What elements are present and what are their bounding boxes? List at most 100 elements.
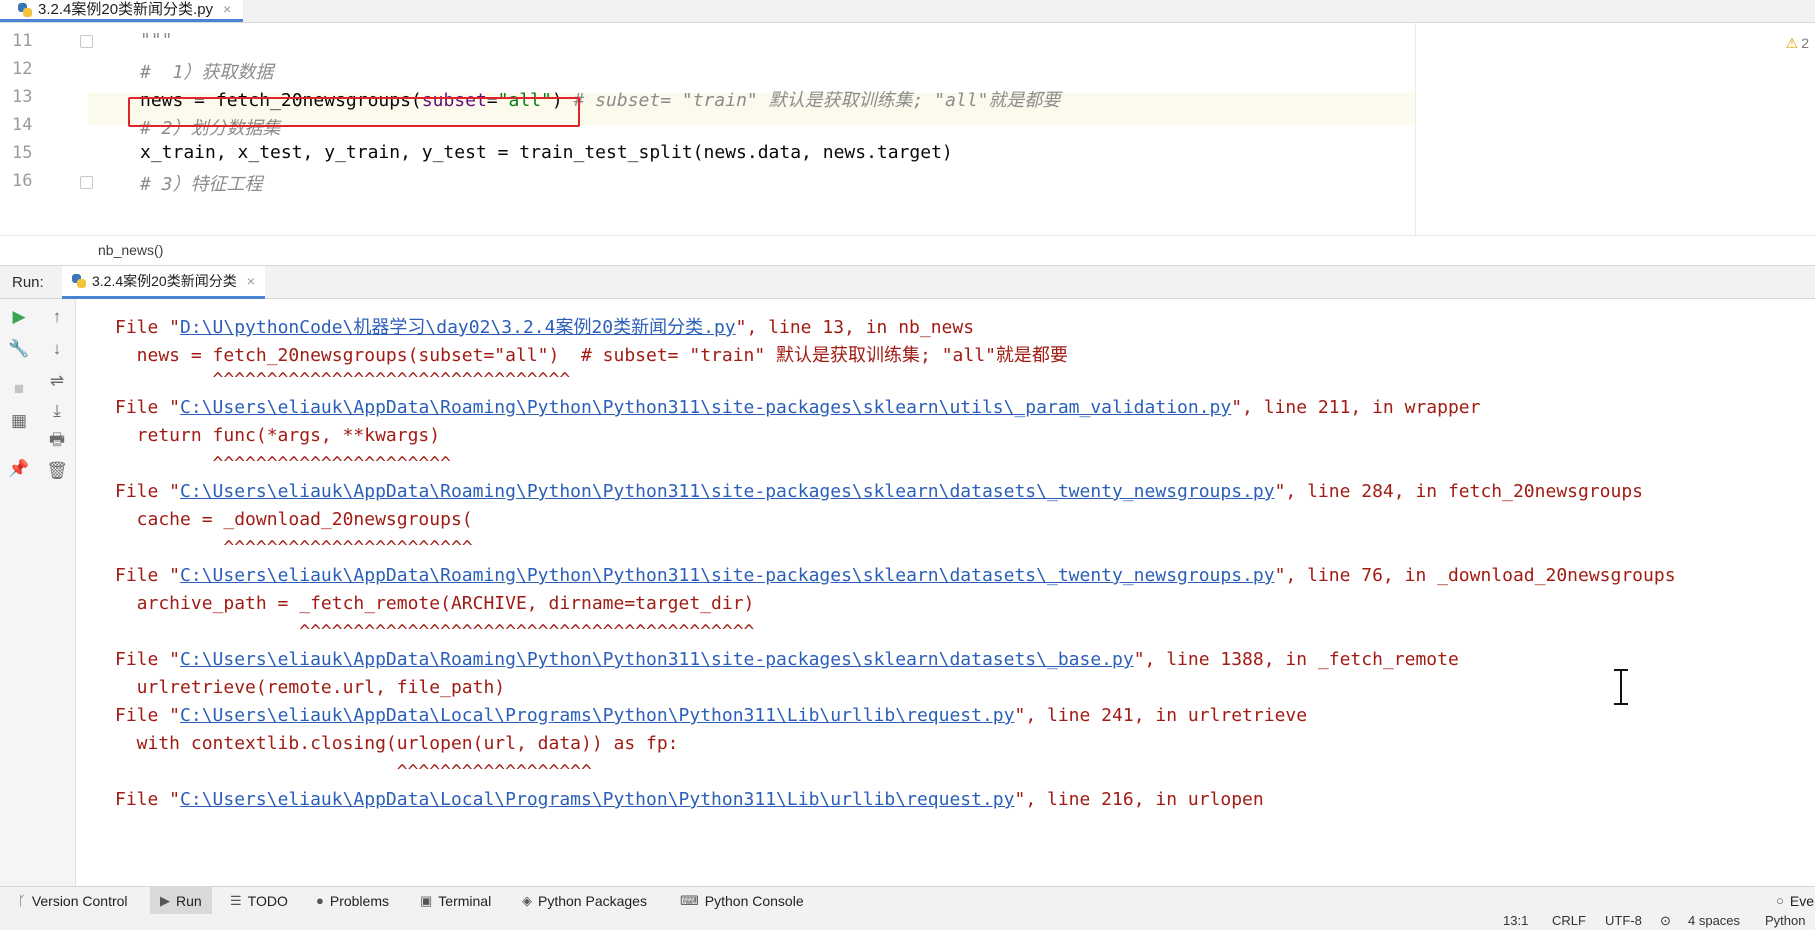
run-config-tab[interactable]: 3.2.4案例20类新闻分类 × bbox=[62, 266, 265, 299]
close-icon[interactable]: × bbox=[247, 273, 255, 289]
traceback-file-line: File "C:\Users\eliauk\AppData\Local\Prog… bbox=[115, 789, 1264, 810]
inspection-widget[interactable]: ⚠ 2 bbox=[1786, 35, 1809, 52]
comment: # subset= "train" 默认是获取训练集; "all"就是都要 bbox=[562, 90, 1061, 111]
code-line-15: x_train, x_test, y_train, y_test = train… bbox=[140, 142, 953, 163]
tool-label: Python Packages bbox=[538, 892, 647, 909]
tool-todo[interactable]: ☰ TODO bbox=[230, 887, 288, 914]
list-icon: ☰ bbox=[230, 892, 242, 908]
line-number: 15 bbox=[12, 143, 33, 163]
tool-run[interactable]: ▶ Run bbox=[150, 887, 212, 914]
run-toolbar-primary: ▶ 🔧 ■ ▦ 📌 bbox=[0, 299, 39, 886]
event-log[interactable]: ○ Eve bbox=[1776, 887, 1814, 914]
traceback-code-line: archive_path = _fetch_remote(ARCHIVE, di… bbox=[115, 593, 755, 614]
stop-icon[interactable]: ■ bbox=[9, 379, 29, 399]
traceback-text: ", line 13, in nb_news bbox=[735, 317, 975, 338]
event-log-label: Eve bbox=[1789, 892, 1814, 909]
docstring-quotes: """ bbox=[140, 30, 173, 51]
text-cursor-icon bbox=[1614, 669, 1628, 705]
code-line-11: """ bbox=[140, 30, 173, 51]
python-file-icon bbox=[72, 274, 86, 288]
run-icon: ▶ bbox=[160, 892, 170, 908]
caret-position[interactable]: 13:1 bbox=[1503, 914, 1528, 928]
traceback-caret-line: ^^^^^^^^^^^^^^^^^^^^^^ bbox=[115, 453, 451, 474]
tool-terminal[interactable]: ▣ Terminal bbox=[420, 887, 491, 914]
warning-count: 2 bbox=[1801, 35, 1809, 51]
scroll-down-icon[interactable]: ↓ bbox=[47, 339, 67, 359]
code-line-12: # 1）获取数据 bbox=[140, 58, 273, 84]
tool-label: Version Control bbox=[31, 892, 128, 909]
scroll-to-end-icon[interactable]: ⤓ bbox=[47, 401, 67, 421]
tool-label: Run bbox=[176, 892, 202, 909]
comment: # 1）获取数据 bbox=[140, 62, 274, 83]
right-margin-guide bbox=[1415, 23, 1416, 235]
status-bar: 13:1 CRLF UTF-8 ⊙ 4 spaces Python bbox=[0, 914, 1815, 930]
scroll-up-icon[interactable]: ↑ bbox=[47, 307, 67, 327]
editor-tab-bar: 3.2.4案例20类新闻分类.py × bbox=[0, 0, 1815, 23]
traceback-file-line: File "C:\Users\eliauk\AppData\Roaming\Py… bbox=[115, 649, 1459, 670]
tool-python-packages[interactable]: ◈ Python Packages bbox=[522, 887, 647, 914]
python-interpreter[interactable]: Python bbox=[1765, 914, 1805, 928]
line-number: 11 bbox=[12, 31, 33, 51]
line-gutter: 11 12 13 14 15 16 bbox=[0, 23, 93, 235]
soft-wrap-icon[interactable]: ⇌ bbox=[47, 371, 67, 391]
file-link[interactable]: C:\Users\eliauk\AppData\Roaming\Python\P… bbox=[180, 565, 1275, 586]
traceback-file-line: File "C:\Users\eliauk\AppData\Roaming\Py… bbox=[115, 565, 1676, 586]
line-separator[interactable]: CRLF bbox=[1552, 914, 1586, 928]
traceback-code-line: urlretrieve(remote.url, file_path) bbox=[115, 677, 506, 698]
code-text: x_train, x_test, y_train, y_test = train… bbox=[140, 142, 953, 163]
indent-setting[interactable]: 4 spaces bbox=[1688, 914, 1740, 928]
terminal-icon: ▣ bbox=[420, 892, 433, 908]
wrench-icon[interactable]: 🔧 bbox=[8, 339, 29, 359]
traceback-caret-line: ^^^^^^^^^^^^^^^^^^ bbox=[115, 761, 592, 782]
traceback-text: ", line 1388, in _fetch_remote bbox=[1133, 649, 1459, 670]
file-link[interactable]: C:\Users\eliauk\AppData\Roaming\Python\P… bbox=[180, 397, 1231, 418]
run-tool-window-header: Run: 3.2.4案例20类新闻分类 × bbox=[0, 265, 1815, 299]
traceback-code-line: with contextlib.closing(urlopen(url, dat… bbox=[115, 733, 679, 754]
fold-marker-icon[interactable] bbox=[80, 176, 93, 189]
run-tab-title: 3.2.4案例20类新闻分类 bbox=[92, 273, 237, 289]
console-output[interactable]: File "D:\U\pythonCode\机器学习\day02\3.2.4案例… bbox=[76, 299, 1815, 886]
traceback-file-line: File "C:\Users\eliauk\AppData\Roaming\Py… bbox=[115, 397, 1480, 418]
highlight-annotation-box bbox=[128, 97, 580, 127]
tool-label: Python Console bbox=[704, 892, 804, 909]
fold-marker-icon[interactable] bbox=[80, 35, 93, 48]
run-toolbar-secondary: ↑ ↓ ⇌ ⤓ 🖶 🗑 bbox=[38, 299, 76, 886]
trash-icon[interactable]: 🗑 bbox=[46, 461, 68, 481]
comment: # 3）特征工程 bbox=[140, 174, 263, 195]
pin-icon[interactable]: 📌 bbox=[8, 459, 29, 479]
traceback-caret-line: ^^^^^^^^^^^^^^^^^^^^^^^^^^^^^^^^^ bbox=[115, 369, 571, 390]
traceback-text: File " bbox=[115, 481, 181, 502]
traceback-text: ", line 284, in fetch_20newsgroups bbox=[1274, 481, 1644, 502]
line-number: 13 bbox=[12, 87, 33, 107]
breadcrumb-item[interactable]: nb_news() bbox=[98, 242, 163, 258]
traceback-code-line: news = fetch_20newsgroups(subset="all") … bbox=[115, 345, 1068, 366]
tool-problems[interactable]: ● Problems bbox=[316, 887, 389, 914]
traceback-text: File " bbox=[115, 317, 181, 338]
file-link[interactable]: C:\Users\eliauk\AppData\Roaming\Python\P… bbox=[180, 481, 1275, 502]
file-link[interactable]: C:\Users\eliauk\AppData\Roaming\Python\P… bbox=[180, 649, 1134, 670]
layout-icon[interactable]: ▦ bbox=[9, 411, 29, 431]
traceback-text: File " bbox=[115, 565, 181, 586]
traceback-caret-line: ^^^^^^^^^^^^^^^^^^^^^^^ bbox=[115, 537, 473, 558]
tool-label: Problems bbox=[329, 892, 389, 909]
close-icon[interactable]: × bbox=[223, 0, 231, 19]
traceback-text: ", line 216, in urlopen bbox=[1014, 789, 1264, 810]
file-link[interactable]: D:\U\pythonCode\机器学习\day02\3.2.4案例20类新闻分… bbox=[180, 317, 736, 338]
print-icon[interactable]: 🖶 bbox=[47, 430, 67, 451]
rerun-icon[interactable]: ▶ bbox=[9, 307, 29, 327]
code-editor[interactable]: 11 12 13 14 15 16 """ # 1）获取数据 news = fe… bbox=[0, 23, 1815, 235]
line-number: 12 bbox=[12, 59, 33, 79]
file-encoding[interactable]: UTF-8 bbox=[1605, 914, 1642, 928]
tool-python-console[interactable]: ⌨ Python Console bbox=[680, 887, 804, 914]
traceback-code-line: return func(*args, **kwargs) bbox=[115, 425, 441, 446]
problems-icon: ● bbox=[316, 893, 324, 908]
python-console-icon: ⌨ bbox=[680, 892, 699, 908]
file-link[interactable]: C:\Users\eliauk\AppData\Local\Programs\P… bbox=[180, 789, 1014, 810]
editor-tab[interactable]: 3.2.4案例20类新闻分类.py × bbox=[0, 0, 244, 22]
traceback-text: File " bbox=[115, 649, 181, 670]
tool-version-control[interactable]: ᚴ Version Control bbox=[18, 887, 128, 914]
line-number: 14 bbox=[12, 115, 33, 135]
file-link[interactable]: C:\Users\eliauk\AppData\Local\Programs\P… bbox=[180, 705, 1014, 726]
tool-label: Terminal bbox=[438, 892, 492, 909]
readonly-lock-icon[interactable]: ⊙ bbox=[1660, 914, 1671, 929]
